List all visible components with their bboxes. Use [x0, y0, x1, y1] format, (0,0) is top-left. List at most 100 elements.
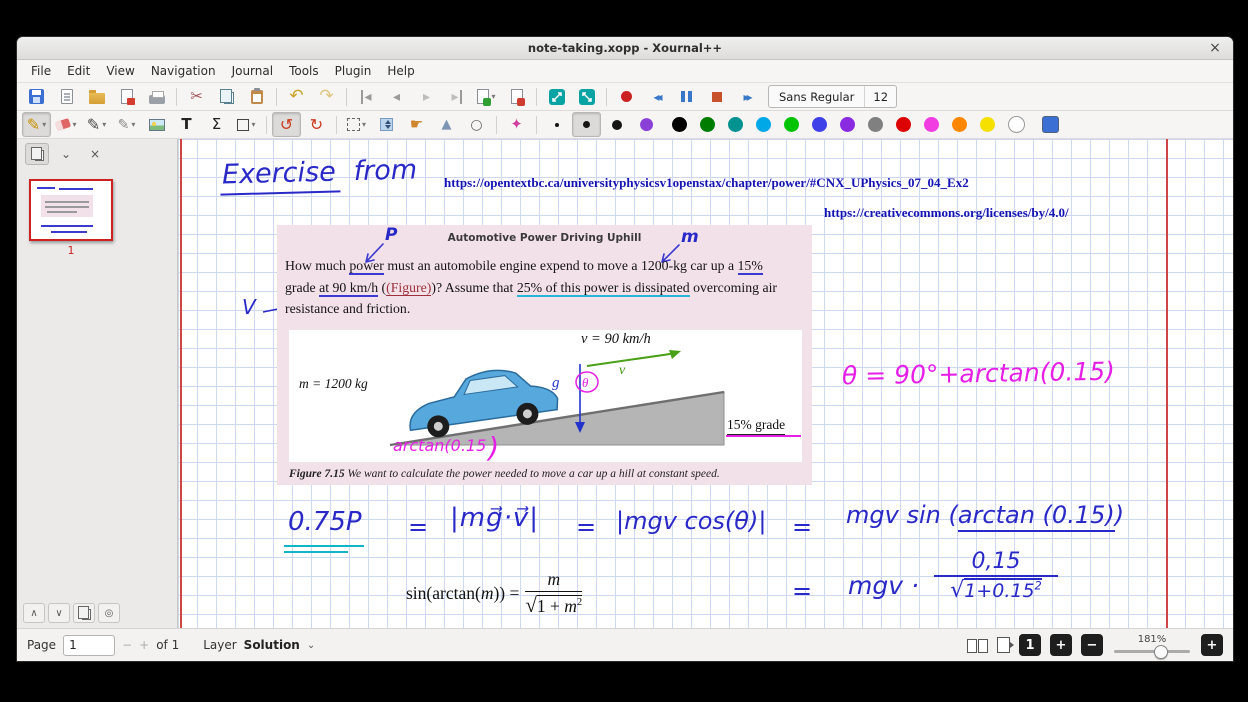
- record-button[interactable]: [612, 84, 641, 109]
- shape-tool-button[interactable]: ▾: [232, 112, 261, 137]
- window-close-button[interactable]: ×: [1206, 39, 1224, 57]
- color-swatch-11[interactable]: [980, 117, 995, 132]
- menu-help[interactable]: Help: [379, 62, 422, 80]
- previous-page-button[interactable]: ◂: [382, 84, 411, 109]
- menu-navigation[interactable]: Navigation: [143, 62, 224, 80]
- pen-tool-button[interactable]: ✎▾: [22, 112, 51, 137]
- hand-tool-button[interactable]: ☛: [402, 112, 431, 137]
- rotation-snap-button[interactable]: ↺: [272, 112, 301, 137]
- text-tool-button[interactable]: T: [172, 112, 201, 137]
- page-thumbnail[interactable]: [29, 179, 113, 241]
- first-page-button[interactable]: ◂: [352, 84, 381, 109]
- zoom-original-icon: [579, 89, 595, 105]
- layer-value[interactable]: Solution: [244, 638, 300, 652]
- cut-button[interactable]: ✂: [182, 84, 211, 109]
- stop-button[interactable]: [702, 84, 731, 109]
- fill-tool-button[interactable]: ●: [632, 112, 661, 137]
- font-name[interactable]: Sans Regular: [769, 90, 864, 104]
- zoom-fit-page-button[interactable]: +: [1050, 634, 1072, 656]
- add-page-button[interactable]: ▾: [472, 84, 501, 109]
- typeset-identity: sin(arctan(m)) = m √1 + m2: [406, 569, 582, 618]
- spline-tool-button[interactable]: ✦: [502, 112, 531, 137]
- fast-forward-button[interactable]: ▸▸: [732, 84, 761, 109]
- color-swatch-0[interactable]: [672, 117, 687, 132]
- zoom-fit-button[interactable]: [542, 84, 571, 109]
- next-page-button[interactable]: ▸: [412, 84, 441, 109]
- layer-dropdown-icon[interactable]: ⌄: [307, 640, 315, 651]
- sidebar-close-button[interactable]: ×: [83, 143, 107, 165]
- figure-link[interactable]: (Figure): [386, 280, 431, 296]
- vertical-space-button[interactable]: [372, 112, 401, 137]
- eraser-tool-button[interactable]: ▾: [52, 112, 81, 137]
- sidebar-preview-tab-button[interactable]: [25, 143, 49, 165]
- select-pen-button[interactable]: ✎▾: [112, 112, 141, 137]
- circle-tool-button[interactable]: ○: [462, 112, 491, 137]
- zoom-in-button[interactable]: +: [1201, 634, 1223, 656]
- chevron-down-icon: ⌄: [61, 147, 71, 161]
- paste-button[interactable]: [242, 84, 271, 109]
- select-rect-button[interactable]: ▾: [342, 112, 371, 137]
- page-number-input[interactable]: [63, 635, 115, 656]
- pause-button[interactable]: [672, 84, 701, 109]
- sidebar-tab-dropdown-button[interactable]: ⌄: [54, 143, 78, 165]
- color-swatch-8[interactable]: [896, 117, 911, 132]
- color-current-button[interactable]: [1036, 112, 1065, 137]
- thickness-thick-button[interactable]: [602, 112, 631, 137]
- color-swatch-5[interactable]: [812, 117, 827, 132]
- two-page-view-button[interactable]: [967, 638, 988, 653]
- color-swatch-12[interactable]: [1008, 116, 1025, 133]
- ts-fraction: m √1 + m2: [525, 569, 582, 618]
- zoom-fit-width-button[interactable]: −: [1081, 634, 1103, 656]
- grid-snap-button[interactable]: ↻: [302, 112, 331, 137]
- focus-current-page-button[interactable]: ◎: [98, 603, 120, 623]
- delete-page-button[interactable]: [502, 84, 531, 109]
- open-button[interactable]: [82, 84, 111, 109]
- next-annotated-page-button[interactable]: ∨: [48, 603, 70, 623]
- font-size[interactable]: 12: [865, 90, 896, 104]
- color-swatch-10[interactable]: [952, 117, 967, 132]
- new-document-button[interactable]: [52, 84, 81, 109]
- thickness-fine-button[interactable]: [542, 112, 571, 137]
- last-page-button[interactable]: ▸: [442, 84, 471, 109]
- print-button[interactable]: [142, 84, 171, 109]
- menu-plugin[interactable]: Plugin: [327, 62, 380, 80]
- zoom-original-button[interactable]: [572, 84, 601, 109]
- redo-button[interactable]: ↷: [312, 84, 341, 109]
- drawing-canvas[interactable]: Exercisefrom https://opentextbc.ca/unive…: [178, 139, 1233, 628]
- save-button[interactable]: [22, 84, 51, 109]
- color-swatch-6[interactable]: [840, 117, 855, 132]
- color-swatch-4[interactable]: [784, 117, 799, 132]
- color-swatch-7[interactable]: [868, 117, 883, 132]
- menu-file[interactable]: File: [23, 62, 59, 80]
- single-page-view-button[interactable]: [997, 637, 1010, 653]
- undo-button[interactable]: ↶: [282, 84, 311, 109]
- duplicate-page-button[interactable]: [73, 603, 95, 623]
- color-swatch-9[interactable]: [924, 117, 939, 132]
- sidebar-bottom-toolbar: ∧ ∨ ◎: [17, 600, 177, 628]
- export-pdf-button[interactable]: [112, 84, 141, 109]
- copy-button[interactable]: [212, 84, 241, 109]
- menu-edit[interactable]: Edit: [59, 62, 98, 80]
- page-decrement-button[interactable]: −: [122, 638, 132, 652]
- zoom-slider[interactable]: [1114, 645, 1190, 657]
- previous-annotated-page-button[interactable]: ∧: [23, 603, 45, 623]
- color-swatch-3[interactable]: [756, 117, 771, 132]
- menu-journal[interactable]: Journal: [224, 62, 282, 80]
- color-swatch-1[interactable]: [700, 117, 715, 132]
- tex-tool-button[interactable]: Σ: [202, 112, 231, 137]
- page-increment-button[interactable]: +: [139, 638, 149, 652]
- image-tool-button[interactable]: [142, 112, 171, 137]
- highlighter-tool-button[interactable]: ✎▾: [82, 112, 111, 137]
- zoom-slider-track: [1114, 650, 1190, 653]
- font-selector[interactable]: Sans Regular 12: [768, 85, 897, 108]
- thickness-medium-button[interactable]: [572, 112, 601, 137]
- menu-tools[interactable]: Tools: [281, 62, 327, 80]
- eq-arctan-underlined: arctan (0.15): [958, 501, 1115, 532]
- shape-recognizer-button[interactable]: ▲: [432, 112, 461, 137]
- zoom-100-button[interactable]: 1: [1019, 634, 1041, 656]
- zoom-slider-thumb[interactable]: [1154, 645, 1168, 659]
- app-window: note-taking.xopp - Xournal++ × FileEditV…: [16, 36, 1234, 662]
- menu-view[interactable]: View: [98, 62, 142, 80]
- color-swatch-2[interactable]: [728, 117, 743, 132]
- rewind-button[interactable]: ◂◂: [642, 84, 671, 109]
